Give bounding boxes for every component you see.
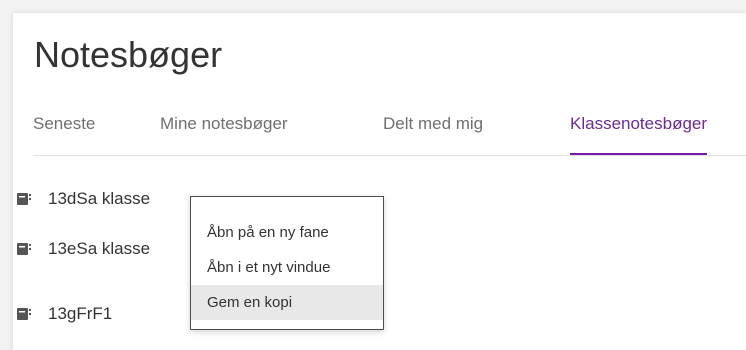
menu-item-open-new-window[interactable]: Åbn i et nyt vindue <box>191 250 383 285</box>
context-menu: Åbn på en ny fane Åbn i et nyt vindue Ge… <box>190 196 384 330</box>
notebook-label: 13dSa klasse <box>48 189 151 208</box>
page-title: Notesbøger <box>34 34 223 75</box>
tab-class-notebooks[interactable]: Klassenotesbøger <box>570 113 708 156</box>
notebook-label: 13gFrF1 <box>48 304 113 323</box>
tab-divider <box>33 155 746 156</box>
tab-class-notebooks-label: Klassenotesbøger <box>570 114 708 133</box>
notebook-icon <box>17 193 31 205</box>
tab-recent[interactable]: Seneste <box>33 113 95 135</box>
notebook-label: 13eSa klasse <box>48 239 151 258</box>
tab-shared-with-me[interactable]: Delt med mig <box>383 113 483 135</box>
tab-bar: Seneste Mine notesbøger Delt med mig Kla… <box>33 113 746 157</box>
notebook-icon <box>17 308 31 320</box>
menu-item-open-new-tab[interactable]: Åbn på en ny fane <box>191 215 383 250</box>
notebook-icon <box>17 243 31 255</box>
tab-my-notebooks[interactable]: Mine notesbøger <box>160 113 288 135</box>
menu-item-save-copy[interactable]: Gem en kopi <box>191 285 383 320</box>
